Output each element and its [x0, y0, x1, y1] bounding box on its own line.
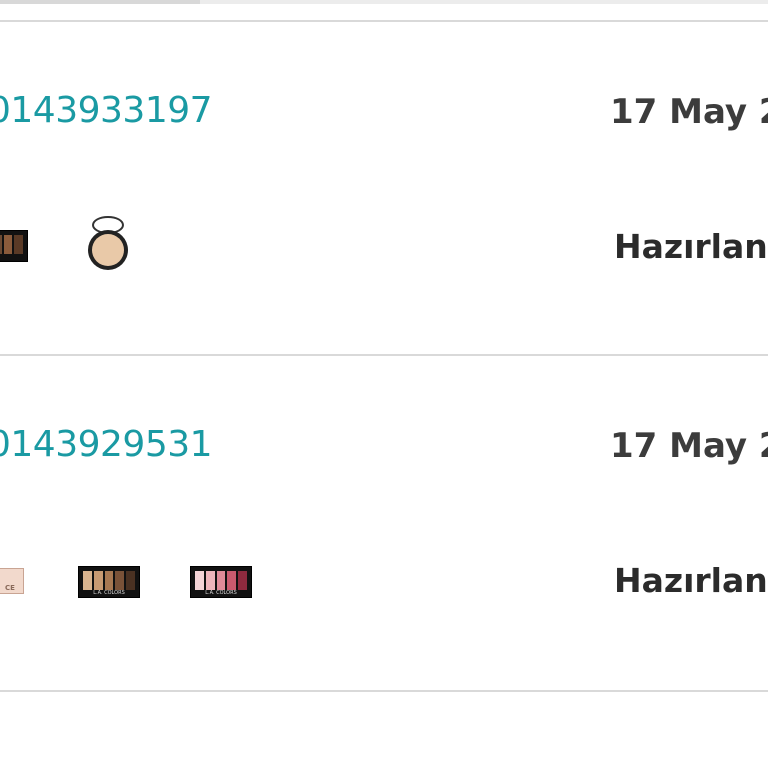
order-status: Hazırlan	[614, 561, 768, 600]
order-number-link[interactable]: 0143929531	[0, 424, 213, 465]
product-thumbnail-eyeshadow-palette-pink[interactable]: L.A. COLORS	[190, 566, 252, 598]
order-number-link[interactable]: 0143933197	[0, 90, 213, 131]
product-thumbnail-compact-powder[interactable]	[88, 216, 128, 272]
product-thumbnail-nude-palette[interactable]: CE	[0, 568, 24, 594]
order-row[interactable]: 0143929531 17 May 2 CE L.A. COLORS L.A. …	[0, 356, 768, 690]
top-scroll-bar	[0, 0, 768, 4]
palette-brand-label: L.A. COLORS	[205, 590, 237, 596]
order-row[interactable]: 0143933197 17 May 2 Hazırlan	[0, 22, 768, 356]
product-thumbnail-eyeshadow-palette[interactable]	[0, 230, 28, 262]
palette-brand-label: L.A. COLORS	[93, 590, 125, 596]
order-date: 17 May 2	[610, 426, 768, 466]
divider	[0, 690, 768, 692]
order-date: 17 May 2	[610, 92, 768, 132]
top-scroll-bar-accent	[0, 0, 200, 4]
order-status: Hazırlan	[614, 227, 768, 266]
product-thumbnail-eyeshadow-palette-nude[interactable]: L.A. COLORS	[78, 566, 140, 598]
